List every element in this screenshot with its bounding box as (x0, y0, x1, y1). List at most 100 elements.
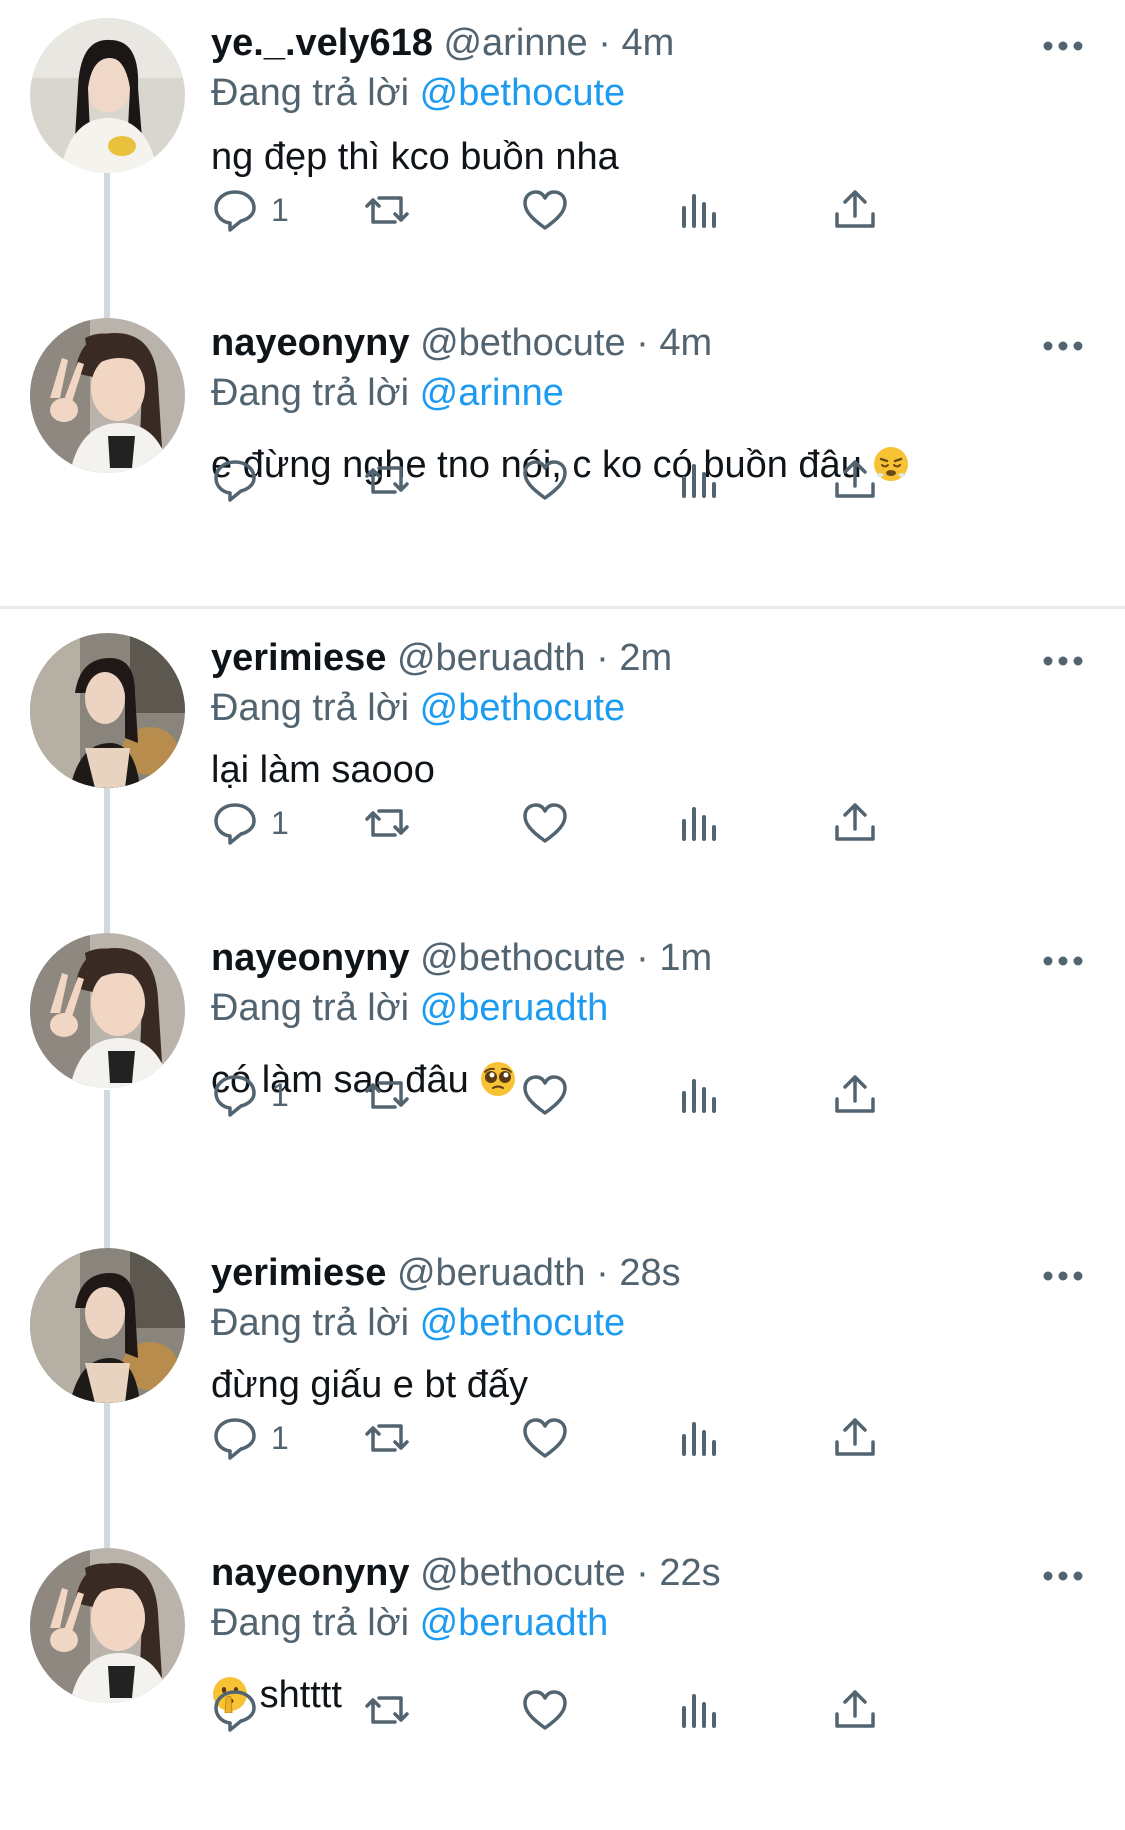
handle[interactable]: @bethocute (420, 937, 626, 979)
tweet-header: ye._.vely618 @arinne · 4m (211, 18, 1085, 68)
views-button[interactable] (676, 793, 724, 853)
separator-dot: · (598, 22, 611, 64)
mention-link[interactable]: @bethocute (420, 687, 626, 729)
reply-button[interactable] (211, 450, 271, 510)
separator-dot: · (636, 1552, 649, 1594)
display-name[interactable]: nayeonyny (211, 937, 410, 979)
tweet-text-content: đừng giấu e bt đấy (211, 1364, 529, 1406)
reply-icon (214, 190, 256, 232)
heart-icon (523, 803, 567, 843)
like-button[interactable] (521, 180, 569, 240)
handle[interactable]: @bethocute (420, 1552, 626, 1594)
views-button[interactable] (676, 1065, 724, 1125)
share-button[interactable] (831, 1408, 879, 1468)
handle[interactable]: @bethocute (420, 322, 626, 364)
more-options-icon[interactable] (1041, 24, 1085, 54)
display-name[interactable]: ye._.vely618 (211, 22, 433, 64)
mention-link[interactable]: @beruadth (420, 987, 609, 1029)
like-button[interactable] (521, 1680, 569, 1740)
views-button[interactable] (676, 1680, 724, 1740)
retweet-button[interactable] (363, 1680, 411, 1740)
separator-dot: · (636, 322, 649, 364)
share-icon (835, 1690, 875, 1728)
timestamp[interactable]: 28s (619, 1252, 680, 1294)
tweet-text-content: lại làm saooo (211, 749, 435, 791)
mention-link[interactable]: @bethocute (420, 1302, 626, 1344)
reply-count: 1 (271, 1419, 289, 1456)
more-options-icon[interactable] (1041, 1554, 1085, 1584)
reply-button[interactable]: 1 (211, 1065, 289, 1125)
tweet-actions: 1 (211, 1408, 1001, 1468)
avatar[interactable] (30, 933, 185, 1088)
heart-icon (523, 460, 567, 500)
avatar[interactable] (30, 18, 185, 173)
more-options-icon[interactable] (1041, 939, 1085, 969)
tweet-actions (211, 1680, 1001, 1740)
handle[interactable]: @beruadth (397, 637, 586, 679)
avatar-image (30, 318, 185, 473)
reply-button[interactable]: 1 (211, 1408, 289, 1468)
tweet-actions: 1 (211, 180, 1001, 240)
more-options-icon[interactable] (1041, 324, 1085, 354)
retweet-icon (365, 1424, 409, 1452)
mention-link[interactable]: @bethocute (420, 72, 626, 114)
reply-icon (214, 803, 256, 845)
retweet-button[interactable] (363, 1408, 411, 1468)
views-button[interactable] (676, 180, 724, 240)
retweet-button[interactable] (363, 180, 411, 240)
reply-button[interactable]: 1 (211, 793, 289, 853)
timestamp[interactable]: 4m (621, 22, 674, 64)
mention-link[interactable]: @beruadth (420, 1602, 609, 1644)
thread-connector (104, 1400, 110, 1570)
avatar[interactable] (30, 633, 185, 788)
tweet-actions (211, 450, 1001, 510)
reply-icon (214, 460, 256, 502)
handle[interactable]: @beruadth (397, 1252, 586, 1294)
replying-to-label: Đang trả lời (211, 987, 410, 1029)
like-button[interactable] (521, 1408, 569, 1468)
like-button[interactable] (521, 793, 569, 853)
reply-button[interactable]: 1 (211, 180, 289, 240)
timestamp[interactable]: 2m (619, 637, 672, 679)
more-options-icon[interactable] (1041, 639, 1085, 669)
replying-to: Đang trả lời @bethocute (211, 68, 1085, 118)
views-button[interactable] (676, 1408, 724, 1468)
timestamp[interactable]: 22s (659, 1552, 720, 1594)
like-button[interactable] (521, 1065, 569, 1125)
avatar-image (30, 18, 185, 173)
reply-icon (214, 1418, 256, 1460)
reply-button[interactable] (211, 1680, 271, 1740)
avatar[interactable] (30, 1548, 185, 1703)
analytics-icon (682, 1422, 716, 1456)
replying-to: Đang trả lời @bethocute (211, 1298, 1085, 1348)
retweet-button[interactable] (363, 793, 411, 853)
share-icon (835, 190, 875, 228)
share-button[interactable] (831, 180, 879, 240)
thread-divider (0, 606, 1125, 609)
views-button[interactable] (676, 450, 724, 510)
share-button[interactable] (831, 1680, 879, 1740)
share-button[interactable] (831, 450, 879, 510)
handle[interactable]: @arinne (443, 22, 587, 64)
more-options-icon[interactable] (1041, 1254, 1085, 1284)
avatar[interactable] (30, 1248, 185, 1403)
analytics-icon (682, 1694, 716, 1728)
separator-dot: · (596, 637, 609, 679)
reply-count: 1 (271, 804, 289, 841)
heart-icon (523, 1690, 567, 1730)
display-name[interactable]: nayeonyny (211, 1552, 410, 1594)
retweet-button[interactable] (363, 450, 411, 510)
display-name[interactable]: nayeonyny (211, 322, 410, 364)
tweet-text: ng đẹp thì kco buồn nha (211, 132, 1085, 182)
timestamp[interactable]: 4m (659, 322, 712, 364)
tweet-actions: 1 (211, 793, 1001, 853)
avatar[interactable] (30, 318, 185, 473)
display-name[interactable]: yerimiese (211, 637, 386, 679)
like-button[interactable] (521, 450, 569, 510)
timestamp[interactable]: 1m (659, 937, 712, 979)
display-name[interactable]: yerimiese (211, 1252, 386, 1294)
share-button[interactable] (831, 1065, 879, 1125)
retweet-button[interactable] (363, 1065, 411, 1125)
mention-link[interactable]: @arinne (420, 372, 564, 414)
share-button[interactable] (831, 793, 879, 853)
